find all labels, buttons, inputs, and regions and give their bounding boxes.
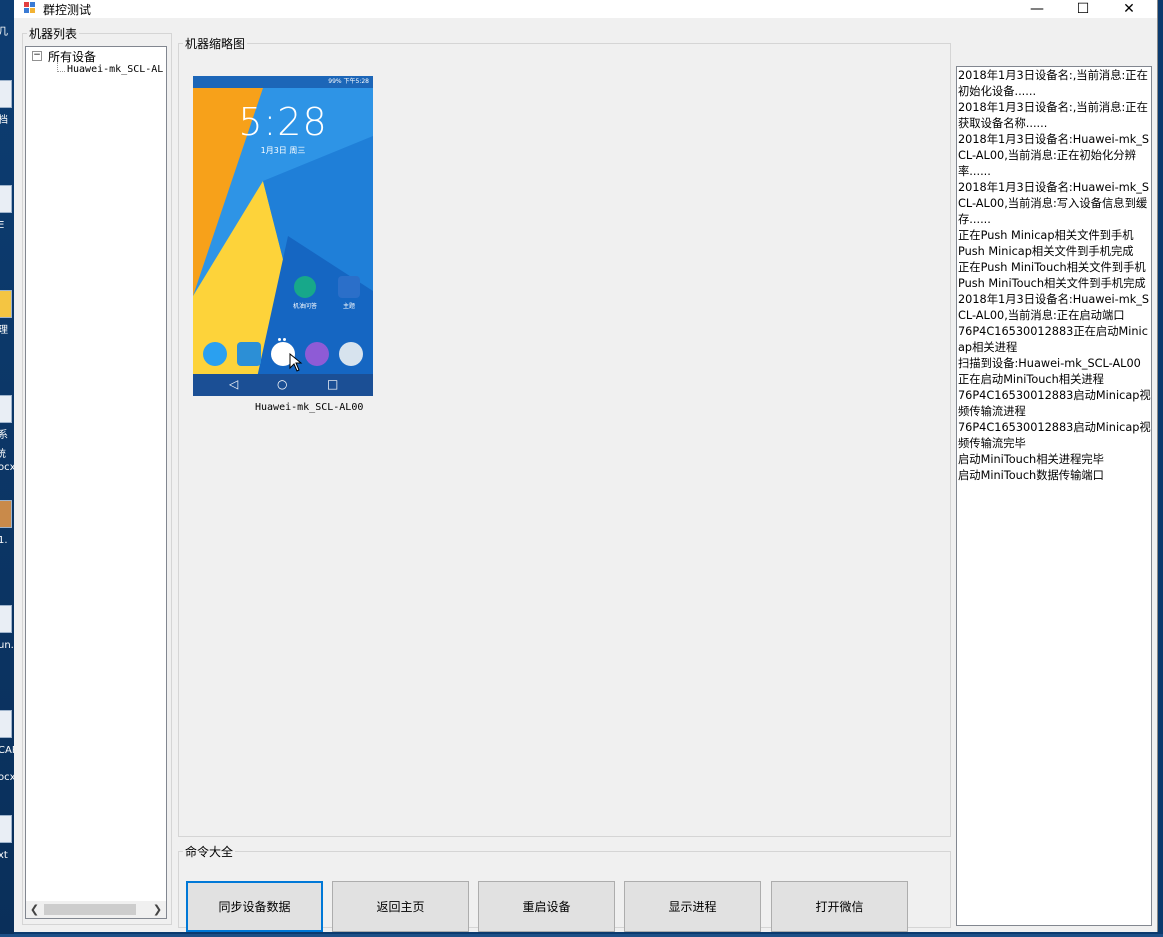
log-textbox[interactable]: 2018年1月3日设备名:,当前消息:正在初始化设备...... 2018年1月… <box>956 66 1152 926</box>
phone-date: 1月3日 周三 <box>260 146 306 155</box>
desktop-shortcut-label: 理 <box>0 325 8 336</box>
desktop-shortcut[interactable]: 系统 <box>0 395 12 460</box>
collapse-icon[interactable]: − <box>32 51 42 61</box>
log-line: 2018年1月3日设备名:Huawei-mk_SCL-AL00,当前消息:写入设… <box>958 181 1150 226</box>
desktop-shortcut[interactable]: 档 <box>0 80 12 126</box>
recents-icon[interactable]: □ <box>327 377 338 391</box>
commands-group-label: 命令大全 <box>185 845 234 859</box>
phone-app-label: 主题 <box>342 303 355 310</box>
camera-icon[interactable] <box>339 342 363 366</box>
scroll-right-icon[interactable]: ❯ <box>149 901 166 918</box>
log-line: 正在Push MiniTouch相关文件到手机 <box>958 261 1146 274</box>
messages-icon[interactable] <box>237 342 261 366</box>
log-line: Push Minicap相关文件到手机完成 <box>958 245 1134 258</box>
reboot-device-button[interactable]: 重启设备 <box>478 881 615 932</box>
minimize-button[interactable]: — <box>1014 0 1060 18</box>
phone-nav-bar: ◁ ○ □ <box>193 374 373 396</box>
desktop-background: 几 档 E 理 系统 ocx 1. un. CAP ocx xt <box>0 0 14 937</box>
desktop-shortcut-label: 档 <box>0 115 8 126</box>
desktop-shortcut-label: 几 <box>0 27 8 38</box>
document-icon <box>0 710 12 738</box>
title-bar[interactable]: 群控测试 — ☐ ✕ <box>14 0 1157 18</box>
phone-app-label: 机油问答 <box>292 303 317 310</box>
maximize-button[interactable]: ☐ <box>1060 0 1106 18</box>
window-title: 群控测试 <box>43 3 92 17</box>
browser-icon[interactable] <box>305 342 329 366</box>
maximize-icon: ☐ <box>1076 1 1090 17</box>
log-line: 2018年1月3日设备名:Huawei-mk_SCL-AL00,当前消息:正在初… <box>958 133 1150 178</box>
log-line: 2018年1月3日设备名:Huawei-mk_SCL-AL00,当前消息:正在启… <box>958 293 1150 322</box>
log-line: 76P4C16530012883启动Minicap视频传输流进程 <box>958 389 1151 418</box>
app-icon <box>24 2 35 13</box>
log-line: Push MiniTouch相关文件到手机完成 <box>958 277 1146 290</box>
thumbnail-group: 机器缩略图 99% 下午5:28 5:28 1月3日 周三 机油问答 主题 ◁ … <box>178 35 951 837</box>
tree-node-device[interactable]: Huawei-mk_SCL-AL <box>67 64 163 75</box>
desktop-shortcut-label-row: ocx <box>0 455 14 495</box>
phone-app-shortcut[interactable]: 机油问答 <box>290 276 320 310</box>
desktop-shortcut-label: xt <box>0 850 8 861</box>
desktop-shortcut[interactable]: 几 <box>0 20 12 60</box>
desktop-shortcut[interactable]: CAP <box>0 710 14 756</box>
question-icon <box>294 276 316 298</box>
log-line: 启动MiniTouch数据传输端口 <box>958 469 1104 482</box>
tree-node-all-devices[interactable]: 所有设备 <box>48 48 96 65</box>
desktop-shortcut-label: 1. <box>0 535 8 546</box>
desktop-shortcut[interactable]: 理 <box>0 290 12 336</box>
log-line: 正在Push Minicap相关文件到手机 <box>958 229 1134 242</box>
desktop-shortcut-label: ocx <box>0 462 14 473</box>
tree-connector <box>57 71 65 72</box>
device-name-label: Huawei-mk_SCL-AL00 <box>255 402 364 413</box>
log-line: 扫描到设备:Huawei-mk_SCL-AL00 <box>958 357 1141 370</box>
main-window: 群控测试 — ☐ ✕ 机器列表 − 所有设备 Huawei-mk_SCL-AL … <box>14 0 1158 932</box>
open-wechat-button[interactable]: 打开微信 <box>771 881 908 932</box>
desktop-shortcut-label: un. <box>0 640 14 651</box>
sync-device-data-button[interactable]: 同步设备数据 <box>186 881 323 932</box>
close-button[interactable]: ✕ <box>1106 0 1152 18</box>
device-tree[interactable]: − 所有设备 Huawei-mk_SCL-AL ❮ ❯ <box>25 46 167 919</box>
desktop-shortcut-label: CAP <box>0 745 14 756</box>
phone-app-shortcut[interactable]: 主题 <box>334 276 364 310</box>
log-line: 76P4C16530012883正在启动Minicap相关进程 <box>958 325 1148 354</box>
home-icon[interactable]: ○ <box>277 377 287 391</box>
device-list-label: 机器列表 <box>29 27 78 41</box>
log-line: 启动MiniTouch相关进程完毕 <box>958 453 1104 466</box>
document-icon <box>0 395 12 423</box>
desktop-shortcut[interactable]: un. <box>0 605 14 651</box>
device-screen-thumbnail[interactable]: 99% 下午5:28 5:28 1月3日 周三 机油问答 主题 ◁ ○ □ <box>193 76 373 396</box>
show-processes-button[interactable]: 显示进程 <box>624 881 761 932</box>
desktop-shortcut-label: E <box>0 220 5 231</box>
desktop-shortcut-label-row: ocx <box>0 765 14 805</box>
document-icon <box>0 185 12 213</box>
theme-icon <box>338 276 360 298</box>
thumbnail-group-label: 机器缩略图 <box>185 37 246 51</box>
log-line: 2018年1月3日设备名:,当前消息:正在获取设备名称...... <box>958 101 1148 130</box>
log-line: 76P4C16530012883启动Minicap视频传输流完毕 <box>958 421 1151 450</box>
close-icon: ✕ <box>1123 1 1135 17</box>
scroll-left-icon[interactable]: ❮ <box>26 901 43 918</box>
desktop-shortcut[interactable]: E <box>0 185 12 231</box>
scrollbar-thumb[interactable] <box>44 904 136 915</box>
desktop-shortcut-label: ocx <box>0 772 14 783</box>
minimize-icon: — <box>1030 1 1044 17</box>
package-icon <box>0 500 12 528</box>
document-icon <box>0 80 12 108</box>
log-line: 正在启动MiniTouch相关进程 <box>958 373 1104 386</box>
document-icon <box>0 815 12 843</box>
phone-dialer-icon[interactable] <box>203 342 227 366</box>
phone-clock: 5:28 <box>238 100 328 144</box>
desktop-shortcut[interactable]: 1. <box>0 500 12 546</box>
back-icon[interactable]: ◁ <box>229 377 238 391</box>
phone-status-bar: 99% 下午5:28 <box>193 76 373 88</box>
folder-icon <box>0 290 12 318</box>
commands-group: 命令大全 同步设备数据 返回主页 重启设备 显示进程 打开微信 <box>178 843 951 932</box>
mouse-cursor-icon <box>289 353 303 372</box>
go-home-button[interactable]: 返回主页 <box>332 881 469 932</box>
horizontal-scrollbar[interactable]: ❮ ❯ <box>26 901 166 918</box>
document-icon <box>0 605 12 633</box>
log-line: 2018年1月3日设备名:,当前消息:正在初始化设备...... <box>958 69 1148 98</box>
desktop-shortcut[interactable]: xt <box>0 815 12 861</box>
